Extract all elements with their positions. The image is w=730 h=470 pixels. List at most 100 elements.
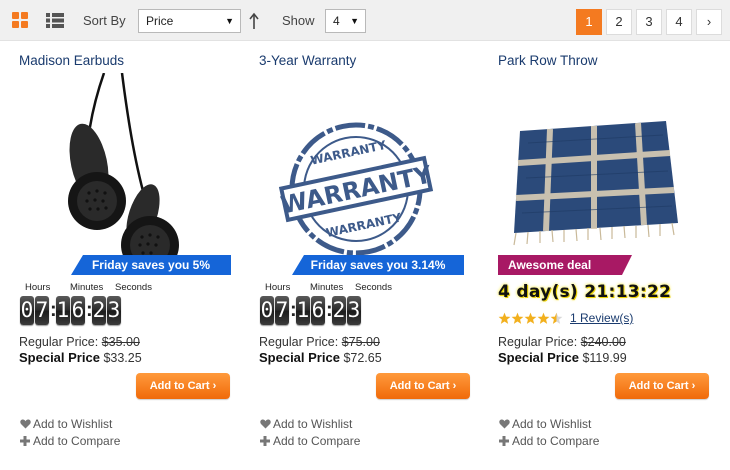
- page-link-4[interactable]: 4: [666, 9, 692, 35]
- star-icon: [550, 312, 563, 324]
- compare-label: Add to Compare: [33, 434, 121, 448]
- chevron-down-icon: ▼: [225, 16, 234, 26]
- sort-ascending-arrow-icon[interactable]: [247, 11, 261, 31]
- add-to-compare-link[interactable]: Add to Compare: [19, 434, 120, 448]
- product-card-park-row-throw: Park Row Throw Awesome deal 4 day(s) 21:…: [498, 41, 730, 470]
- add-to-cart-button[interactable]: Add to Cart ›: [376, 373, 470, 399]
- page-link-2[interactable]: 2: [606, 9, 632, 35]
- plus-icon: [498, 435, 510, 447]
- regular-price-value: $240.00: [580, 335, 626, 349]
- compare-label: Add to Compare: [273, 434, 361, 448]
- show-limit-value: 4: [333, 14, 340, 28]
- regular-price: Regular Price: $75.00: [259, 335, 380, 349]
- wishlist-label: Add to Wishlist: [273, 417, 353, 431]
- product-name-link[interactable]: Park Row Throw: [498, 53, 598, 68]
- special-price-label: Special Price: [498, 350, 579, 365]
- regular-price-label: Regular Price:: [19, 335, 99, 349]
- add-to-wishlist-link[interactable]: Add to Wishlist: [498, 417, 591, 431]
- catalog-toolbar: Sort By Price ▼ Show 4 ▼ 1 2 3 4 ›: [0, 0, 730, 41]
- special-price: Special Price $119.99: [498, 350, 627, 365]
- regular-price-label: Regular Price:: [259, 335, 339, 349]
- add-to-wishlist-link[interactable]: Add to Wishlist: [19, 417, 112, 431]
- countdown-hours-label: Hours: [265, 282, 291, 293]
- product-card-madison-earbuds: Madison Earbuds Friday saves you 5% Hour…: [19, 41, 254, 470]
- countdown-digit: 7: [275, 296, 289, 325]
- promo-ribbon: Friday saves you 3.14%: [292, 255, 464, 275]
- show-label: Show: [282, 13, 315, 28]
- heart-icon: [259, 418, 271, 430]
- promo-ribbon: Awesome deal: [498, 255, 632, 275]
- special-price-value: $72.65: [343, 351, 382, 365]
- countdown-digit: 2: [92, 296, 106, 325]
- chevron-down-icon: ▼: [350, 16, 359, 26]
- add-to-cart-button[interactable]: Add to Cart ›: [615, 373, 709, 399]
- countdown-separator: :: [290, 299, 297, 321]
- show-limit-select[interactable]: 4 ▼: [325, 9, 366, 33]
- sort-by-value: Price: [146, 14, 174, 28]
- countdown-digit: 6: [71, 296, 85, 325]
- regular-price-value: $35.00: [101, 335, 140, 349]
- countdown-digit: 1: [56, 296, 70, 325]
- add-to-compare-link[interactable]: Add to Compare: [259, 434, 360, 448]
- countdown-timer: 0 7 : 1 6 : 2 3: [260, 295, 362, 326]
- sort-by-label: Sort By: [83, 13, 126, 28]
- countdown-separator: :: [326, 299, 333, 321]
- countdown-seconds-label: Seconds: [115, 282, 152, 293]
- list-view-icon[interactable]: [41, 6, 69, 34]
- sort-by-select[interactable]: Price ▼: [138, 9, 241, 33]
- wishlist-label: Add to Wishlist: [512, 417, 592, 431]
- star-icon: [498, 312, 511, 324]
- countdown-digit: 3: [107, 296, 121, 325]
- plus-icon: [19, 435, 31, 447]
- product-name-link[interactable]: 3-Year Warranty: [259, 53, 356, 68]
- star-icon: [524, 312, 537, 324]
- countdown-minutes-label: Minutes: [70, 282, 104, 293]
- wishlist-label: Add to Wishlist: [33, 417, 113, 431]
- grid-view-icon[interactable]: [6, 6, 34, 34]
- countdown-timer: 0 7 : 1 6 : 2 3: [20, 295, 122, 326]
- plus-icon: [259, 435, 271, 447]
- special-price-value: $33.25: [103, 351, 142, 365]
- countdown-digit: 0: [20, 296, 34, 325]
- warranty-stamp-image[interactable]: WARRANTY WARRANTY WARRANTY: [259, 73, 494, 258]
- countdown-separator: :: [50, 299, 57, 321]
- page-link-1[interactable]: 1: [576, 9, 602, 35]
- page-link-3[interactable]: 3: [636, 9, 662, 35]
- heart-icon: [498, 418, 510, 430]
- special-price: Special Price $72.65: [259, 350, 382, 365]
- svg-text:WARRANTY: WARRANTY: [278, 160, 434, 219]
- promo-ribbon: Friday saves you 5%: [71, 255, 231, 275]
- special-price: Special Price $33.25: [19, 350, 142, 365]
- countdown-digit: 1: [296, 296, 310, 325]
- regular-price: Regular Price: $35.00: [19, 335, 140, 349]
- product-card-3-year-warranty: 3-Year Warranty WARRANTY WARRANTY WARRAN…: [259, 41, 494, 470]
- special-price-value: $119.99: [582, 351, 627, 365]
- regular-price-label: Regular Price:: [498, 335, 578, 349]
- countdown-digit: 6: [311, 296, 325, 325]
- star-icon: [537, 312, 550, 324]
- countdown-separator: :: [86, 299, 93, 321]
- compare-label: Add to Compare: [512, 434, 600, 448]
- add-to-cart-button[interactable]: Add to Cart ›: [136, 373, 230, 399]
- svg-text:WARRANTY: WARRANTY: [309, 138, 387, 168]
- deal-days-countdown: 4 day(s) 21:13:22: [498, 282, 672, 302]
- add-to-wishlist-link[interactable]: Add to Wishlist: [259, 417, 352, 431]
- earbuds-image[interactable]: [19, 72, 254, 274]
- star-rating-icon: [498, 312, 563, 324]
- countdown-minutes-label: Minutes: [310, 282, 344, 293]
- countdown-digit: 7: [35, 296, 49, 325]
- special-price-label: Special Price: [259, 350, 340, 365]
- next-page-button[interactable]: ›: [696, 9, 722, 35]
- reviews-link[interactable]: 1 Review(s): [570, 311, 633, 325]
- countdown-digit: 0: [260, 296, 274, 325]
- blanket-throw-image[interactable]: [498, 73, 730, 258]
- countdown-digit: 2: [332, 296, 346, 325]
- countdown-digit: 3: [347, 296, 361, 325]
- add-to-compare-link[interactable]: Add to Compare: [498, 434, 599, 448]
- countdown-hours-label: Hours: [25, 282, 51, 293]
- star-icon: [511, 312, 524, 324]
- regular-price: Regular Price: $240.00: [498, 335, 626, 349]
- product-name-link[interactable]: Madison Earbuds: [19, 53, 124, 68]
- heart-icon: [19, 418, 31, 430]
- countdown-seconds-label: Seconds: [355, 282, 392, 293]
